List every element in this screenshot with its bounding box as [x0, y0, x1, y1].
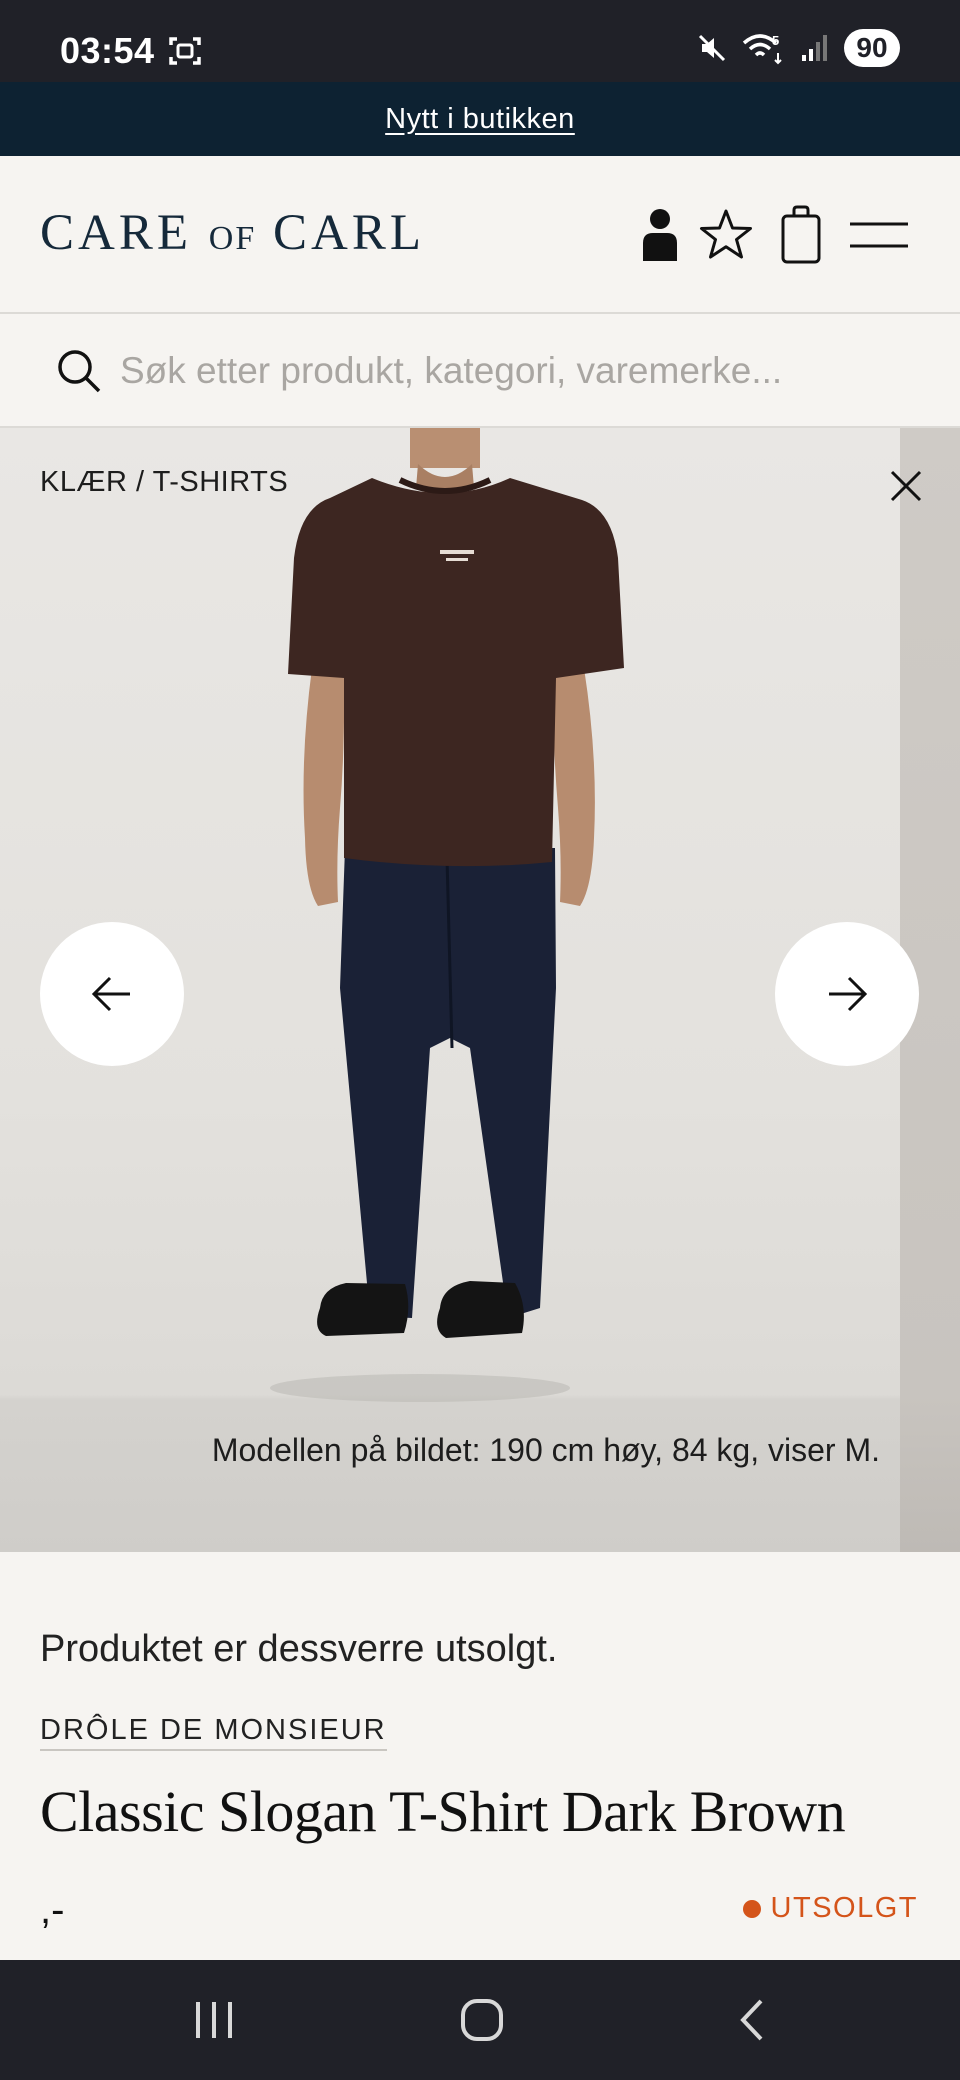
stock-status-label: UTSOLGT: [770, 1892, 918, 1924]
breadcrumb-category[interactable]: KLÆR: [40, 466, 127, 498]
search-bar: [0, 314, 960, 428]
logo-text-carl: CARL: [256, 205, 426, 261]
signal-icon: [802, 35, 827, 61]
account-icon[interactable]: [636, 200, 684, 270]
breadcrumb-separator: /: [127, 466, 153, 498]
stock-status: UTSOLGT: [742, 1892, 918, 1925]
product-price: ,-: [40, 1888, 65, 1932]
announcement-bar: Nytt i butikken: [0, 82, 960, 156]
mute-icon: [698, 34, 726, 62]
product-title: Classic Slogan T-Shirt Dark Brown: [40, 1779, 846, 1844]
arrow-right-icon: [829, 976, 868, 1012]
product-image-gallery[interactable]: KLÆR / T-SHIRTS Modellen på bildet: 190 …: [0, 428, 960, 1552]
cart-bag-icon[interactable]: [776, 200, 826, 270]
home-icon[interactable]: [442, 1990, 522, 2050]
system-navigation-bar: [0, 1960, 960, 2080]
site-header: CARE OF CARL: [0, 156, 960, 314]
site-logo[interactable]: CARE OF CARL: [40, 204, 425, 262]
next-image-button[interactable]: [775, 922, 919, 1066]
svg-text:5: 5: [772, 33, 779, 48]
breadcrumb: KLÆR / T-SHIRTS: [40, 466, 288, 499]
favorites-star-icon[interactable]: [696, 200, 756, 270]
battery-indicator: 90: [844, 29, 900, 67]
search-icon[interactable]: [56, 348, 102, 394]
close-icon[interactable]: [886, 466, 926, 506]
breadcrumb-subcategory[interactable]: T-SHIRTS: [153, 466, 289, 498]
arrow-left-icon: [91, 976, 130, 1012]
search-input[interactable]: [120, 336, 920, 406]
soldout-message: Produktet er dessverre utsolgt.: [40, 1628, 558, 1670]
logo-text-of: OF: [208, 220, 257, 257]
logo-text-care: CARE: [40, 205, 209, 261]
announcement-link[interactable]: Nytt i butikken: [385, 103, 575, 136]
product-info: Produktet er dessverre utsolgt. DRÔLE DE…: [0, 1552, 960, 1960]
status-time: 03:54: [60, 30, 155, 71]
status-icons: 5 90: [696, 28, 900, 68]
model-size-caption: Modellen på bildet: 190 cm høy, 84 kg, v…: [211, 1432, 880, 1468]
screen: 03:54 5 90 Nytt i butikken CARE OF CARL …: [0, 0, 960, 2080]
back-icon[interactable]: [712, 1990, 792, 2050]
stock-status-dot-icon: [742, 1899, 761, 1918]
wifi-icon: 5: [742, 33, 782, 65]
status-bar: 03:54 5 90: [0, 0, 960, 82]
previous-image-button[interactable]: [40, 922, 184, 1066]
screenshot-icon: [169, 37, 201, 65]
recent-apps-icon[interactable]: [174, 1990, 254, 2050]
brand-link[interactable]: DRÔLE DE MONSIEUR: [40, 1714, 387, 1751]
menu-hamburger-icon[interactable]: [846, 200, 912, 270]
